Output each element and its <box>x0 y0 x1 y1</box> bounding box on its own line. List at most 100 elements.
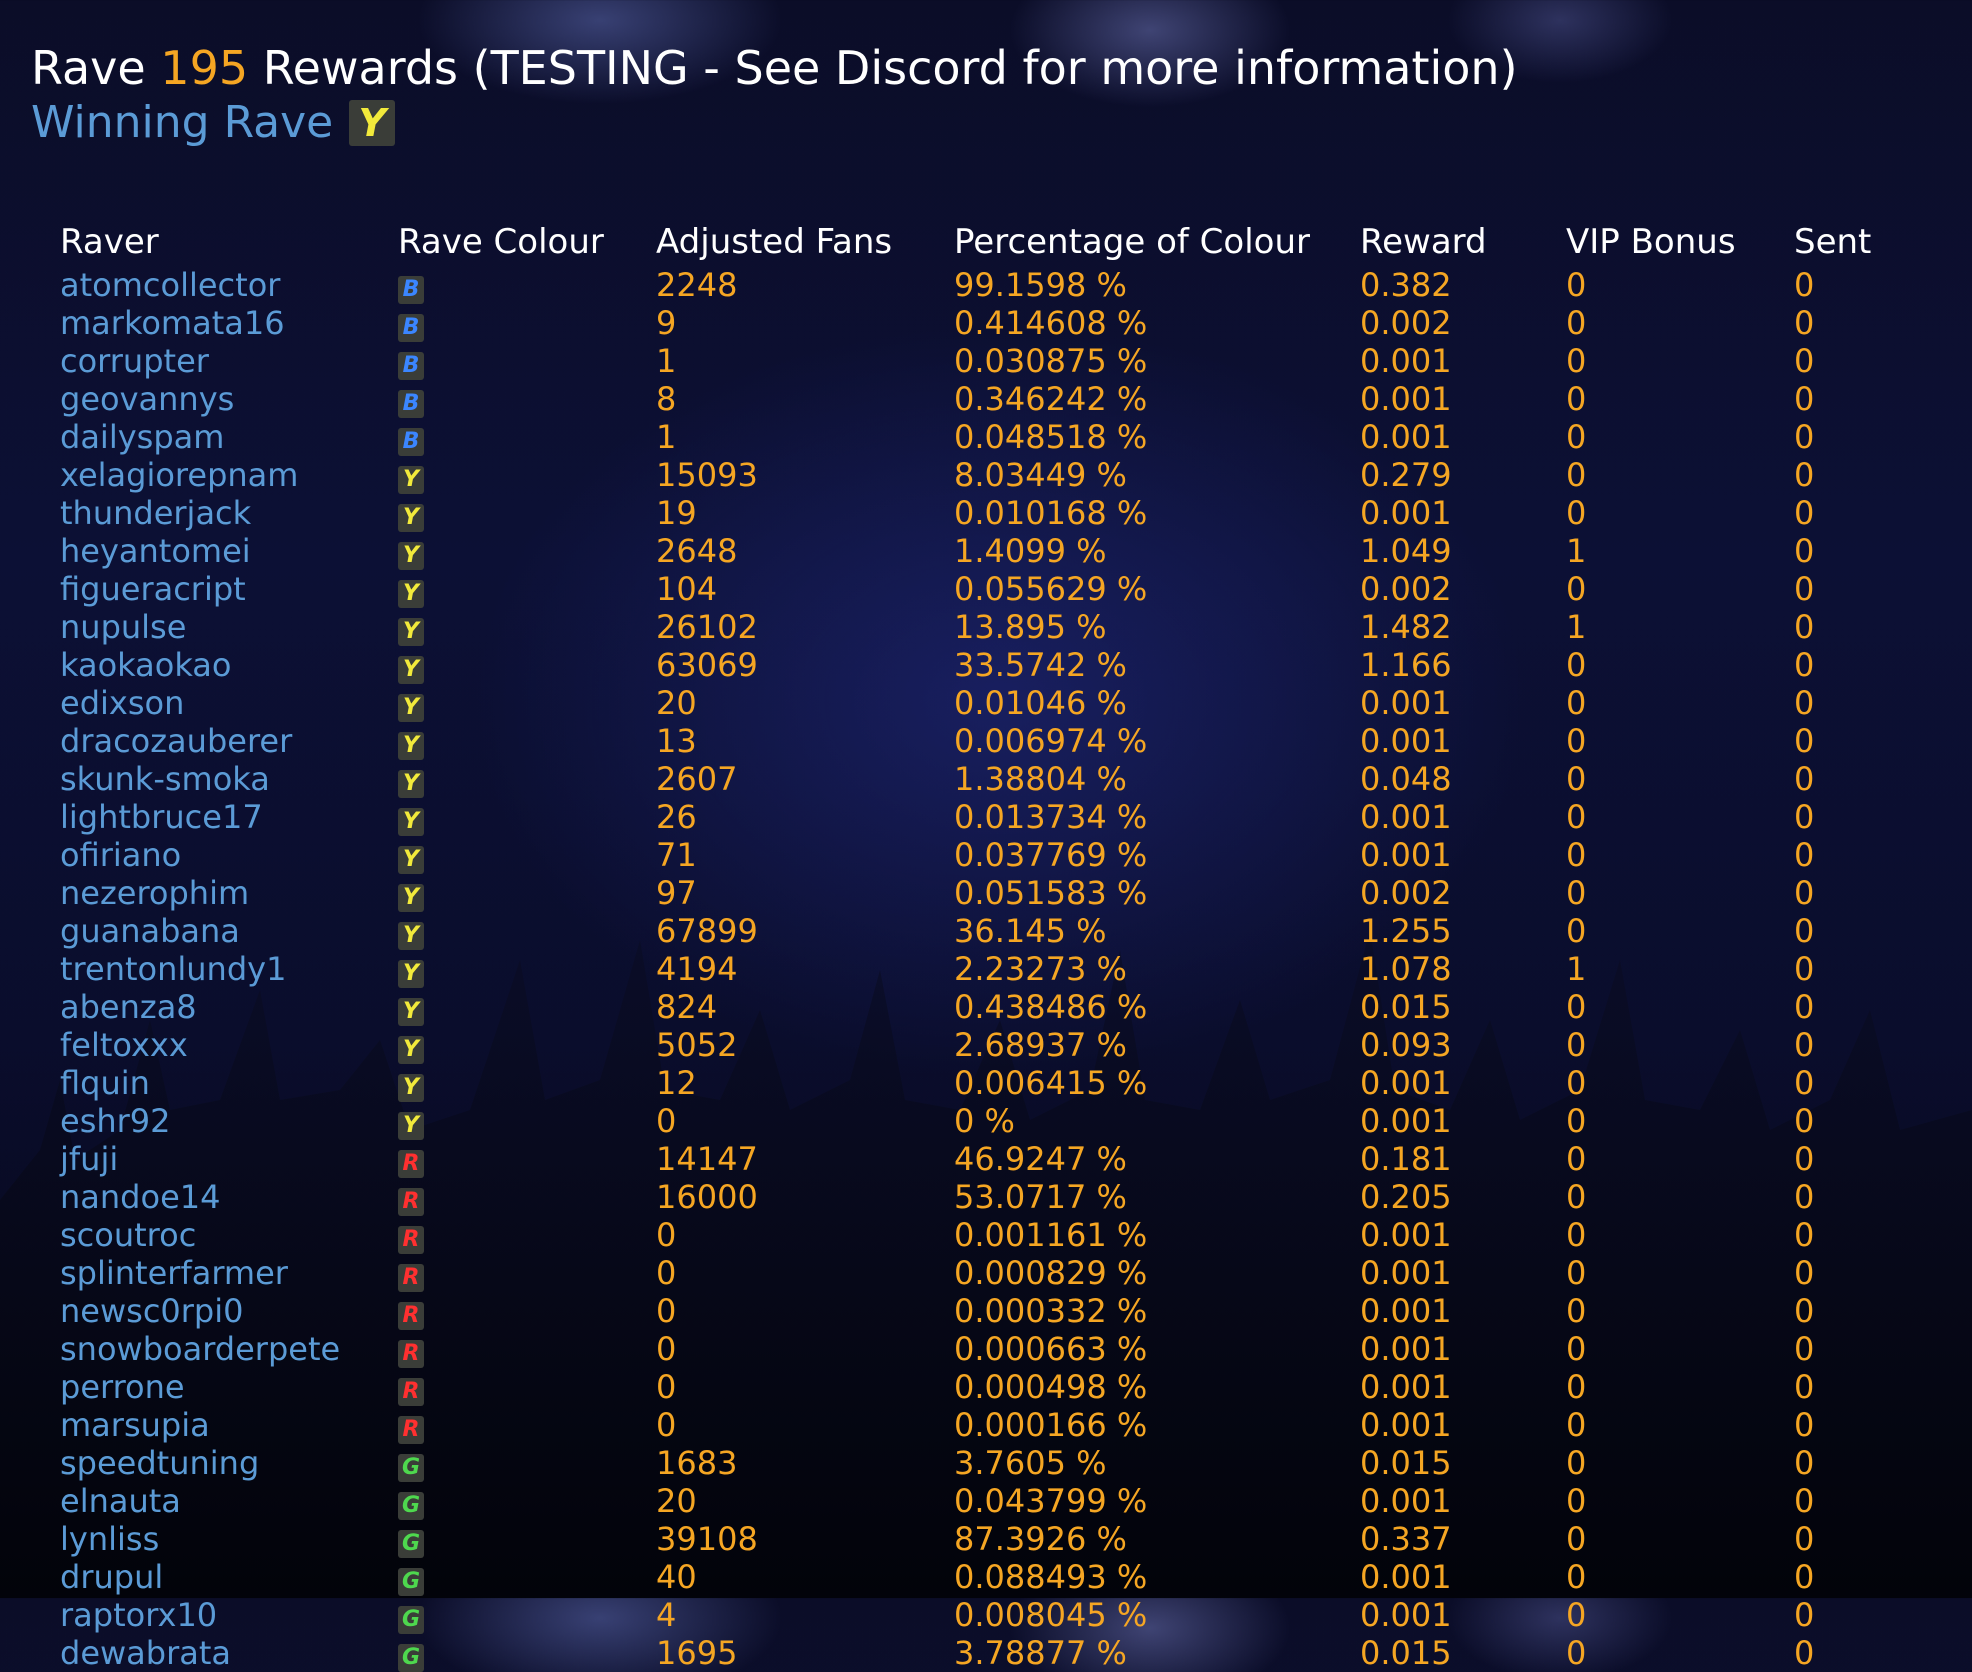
percentage-of-colour: 3.78877 % <box>954 1634 1127 1672</box>
rave-colour-badge: Y <box>398 1035 424 1064</box>
rave-colour-cell: B <box>390 380 648 418</box>
table-row: drupul G 40 0.088493 % 0.001 0 0 <box>52 1558 1914 1596</box>
sent: 0 <box>1794 874 1815 912</box>
vip-bonus: 0 <box>1566 1368 1587 1406</box>
percentage-of-colour: 0.414608 % <box>954 304 1148 342</box>
reward: 0.001 <box>1360 1482 1452 1520</box>
adjusted-fans: 0 <box>656 1406 677 1444</box>
table-header-row: Raver Rave Colour Adjusted Fans Percenta… <box>52 218 1914 266</box>
winning-rave: Winning Rave Y <box>31 96 1518 150</box>
raver-name: jfuji <box>60 1140 119 1178</box>
reward: 0.015 <box>1360 988 1452 1026</box>
sent: 0 <box>1794 1558 1815 1596</box>
sent: 0 <box>1794 684 1815 722</box>
sent: 0 <box>1794 570 1815 608</box>
table-row: corrupter B 1 0.030875 % 0.001 0 0 <box>52 342 1914 380</box>
rave-colour-badge: R <box>398 1225 424 1254</box>
vip-bonus: 0 <box>1566 266 1587 304</box>
table-row: lightbruce17 Y 26 0.013734 % 0.001 0 0 <box>52 798 1914 836</box>
table-row: splinterfarmer R 0 0.000829 % 0.001 0 0 <box>52 1254 1914 1292</box>
rewards-table: Raver Rave Colour Adjusted Fans Percenta… <box>52 218 1914 1672</box>
rave-colour-badge: Y <box>398 465 424 494</box>
raver-name: trentonlundy1 <box>60 950 287 988</box>
page-header: Rave 195 Rewards (TESTING - See Discord … <box>31 40 1518 150</box>
table-row: heyantomei Y 2648 1.4099 % 1.049 1 0 <box>52 532 1914 570</box>
table-row: jfuji R 14147 46.9247 % 0.181 0 0 <box>52 1140 1914 1178</box>
percentage-of-colour: 1.4099 % <box>954 532 1107 570</box>
page-title: Rave 195 Rewards (TESTING - See Discord … <box>31 40 1518 96</box>
raver-name: newsc0rpi0 <box>60 1292 244 1330</box>
table-row: figueracript Y 104 0.055629 % 0.002 0 0 <box>52 570 1914 608</box>
rave-colour-badge: Y <box>398 1111 424 1140</box>
rave-colour-cell: Y <box>390 684 648 722</box>
vip-bonus: 0 <box>1566 304 1587 342</box>
raver-name: heyantomei <box>60 532 251 570</box>
table-row: skunk-smoka Y 2607 1.38804 % 0.048 0 0 <box>52 760 1914 798</box>
vip-bonus: 0 <box>1566 1558 1587 1596</box>
percentage-of-colour: 0.010168 % <box>954 494 1148 532</box>
adjusted-fans: 8 <box>656 380 677 418</box>
table-row: perrone R 0 0.000498 % 0.001 0 0 <box>52 1368 1914 1406</box>
vip-bonus: 0 <box>1566 1634 1587 1672</box>
reward: 0.001 <box>1360 1558 1452 1596</box>
title-suffix: Rewards (TESTING - See Discord for more … <box>262 41 1518 95</box>
adjusted-fans: 824 <box>656 988 718 1026</box>
sent: 0 <box>1794 798 1815 836</box>
rave-colour-badge: Y <box>398 845 424 874</box>
reward: 0.001 <box>1360 1368 1452 1406</box>
rave-colour-badge: Y <box>398 655 424 684</box>
table-row: dewabrata G 1695 3.78877 % 0.015 0 0 <box>52 1634 1914 1672</box>
rave-colour-badge: B <box>398 275 424 304</box>
rave-colour-cell: B <box>390 266 648 304</box>
adjusted-fans: 20 <box>656 684 697 722</box>
rave-colour-cell: B <box>390 304 648 342</box>
percentage-of-colour: 0.346242 % <box>954 380 1148 418</box>
rave-colour-cell: G <box>390 1444 648 1482</box>
vip-bonus: 0 <box>1566 874 1587 912</box>
adjusted-fans: 2607 <box>656 760 738 798</box>
raver-name: kaokaokao <box>60 646 232 684</box>
vip-bonus: 0 <box>1566 760 1587 798</box>
sent: 0 <box>1794 1444 1815 1482</box>
rave-colour-badge: R <box>398 1263 424 1292</box>
raver-name: xelagiorepnam <box>60 456 299 494</box>
reward: 0.002 <box>1360 570 1452 608</box>
percentage-of-colour: 36.145 % <box>954 912 1107 950</box>
vip-bonus: 0 <box>1566 570 1587 608</box>
reward: 0.382 <box>1360 266 1452 304</box>
percentage-of-colour: 0.008045 % <box>954 1596 1148 1634</box>
percentage-of-colour: 0.000332 % <box>954 1292 1148 1330</box>
rave-colour-badge: Y <box>398 997 424 1026</box>
adjusted-fans: 0 <box>656 1330 677 1368</box>
reward: 0.337 <box>1360 1520 1452 1558</box>
vip-bonus: 0 <box>1566 1140 1587 1178</box>
table-row: speedtuning G 1683 3.7605 % 0.015 0 0 <box>52 1444 1914 1482</box>
rave-colour-badge: G <box>398 1567 424 1596</box>
winning-rave-label: Winning Rave <box>31 97 334 148</box>
percentage-of-colour: 0.006415 % <box>954 1064 1148 1102</box>
rave-colour-cell: Y <box>390 760 648 798</box>
percentage-of-colour: 99.1598 % <box>954 266 1127 304</box>
adjusted-fans: 2648 <box>656 532 738 570</box>
vip-bonus: 0 <box>1566 684 1587 722</box>
reward: 0.001 <box>1360 342 1452 380</box>
header-rave-colour: Rave Colour <box>398 222 604 262</box>
reward: 0.002 <box>1360 874 1452 912</box>
percentage-of-colour: 3.7605 % <box>954 1444 1107 1482</box>
reward: 1.166 <box>1360 646 1452 684</box>
reward: 0.001 <box>1360 722 1452 760</box>
reward: 0.001 <box>1360 1330 1452 1368</box>
table-row: marsupia R 0 0.000166 % 0.001 0 0 <box>52 1406 1914 1444</box>
raver-name: feltoxxx <box>60 1026 188 1064</box>
reward: 0.048 <box>1360 760 1452 798</box>
rave-colour-badge: B <box>398 351 424 380</box>
reward: 0.001 <box>1360 380 1452 418</box>
reward: 1.482 <box>1360 608 1452 646</box>
vip-bonus: 0 <box>1566 1406 1587 1444</box>
table-row: geovannys B 8 0.346242 % 0.001 0 0 <box>52 380 1914 418</box>
table-row: guanabana Y 67899 36.145 % 1.255 0 0 <box>52 912 1914 950</box>
raver-name: nandoe14 <box>60 1178 221 1216</box>
rave-colour-cell: Y <box>390 1102 648 1140</box>
raver-name: lynliss <box>60 1520 160 1558</box>
sent: 0 <box>1794 950 1815 988</box>
